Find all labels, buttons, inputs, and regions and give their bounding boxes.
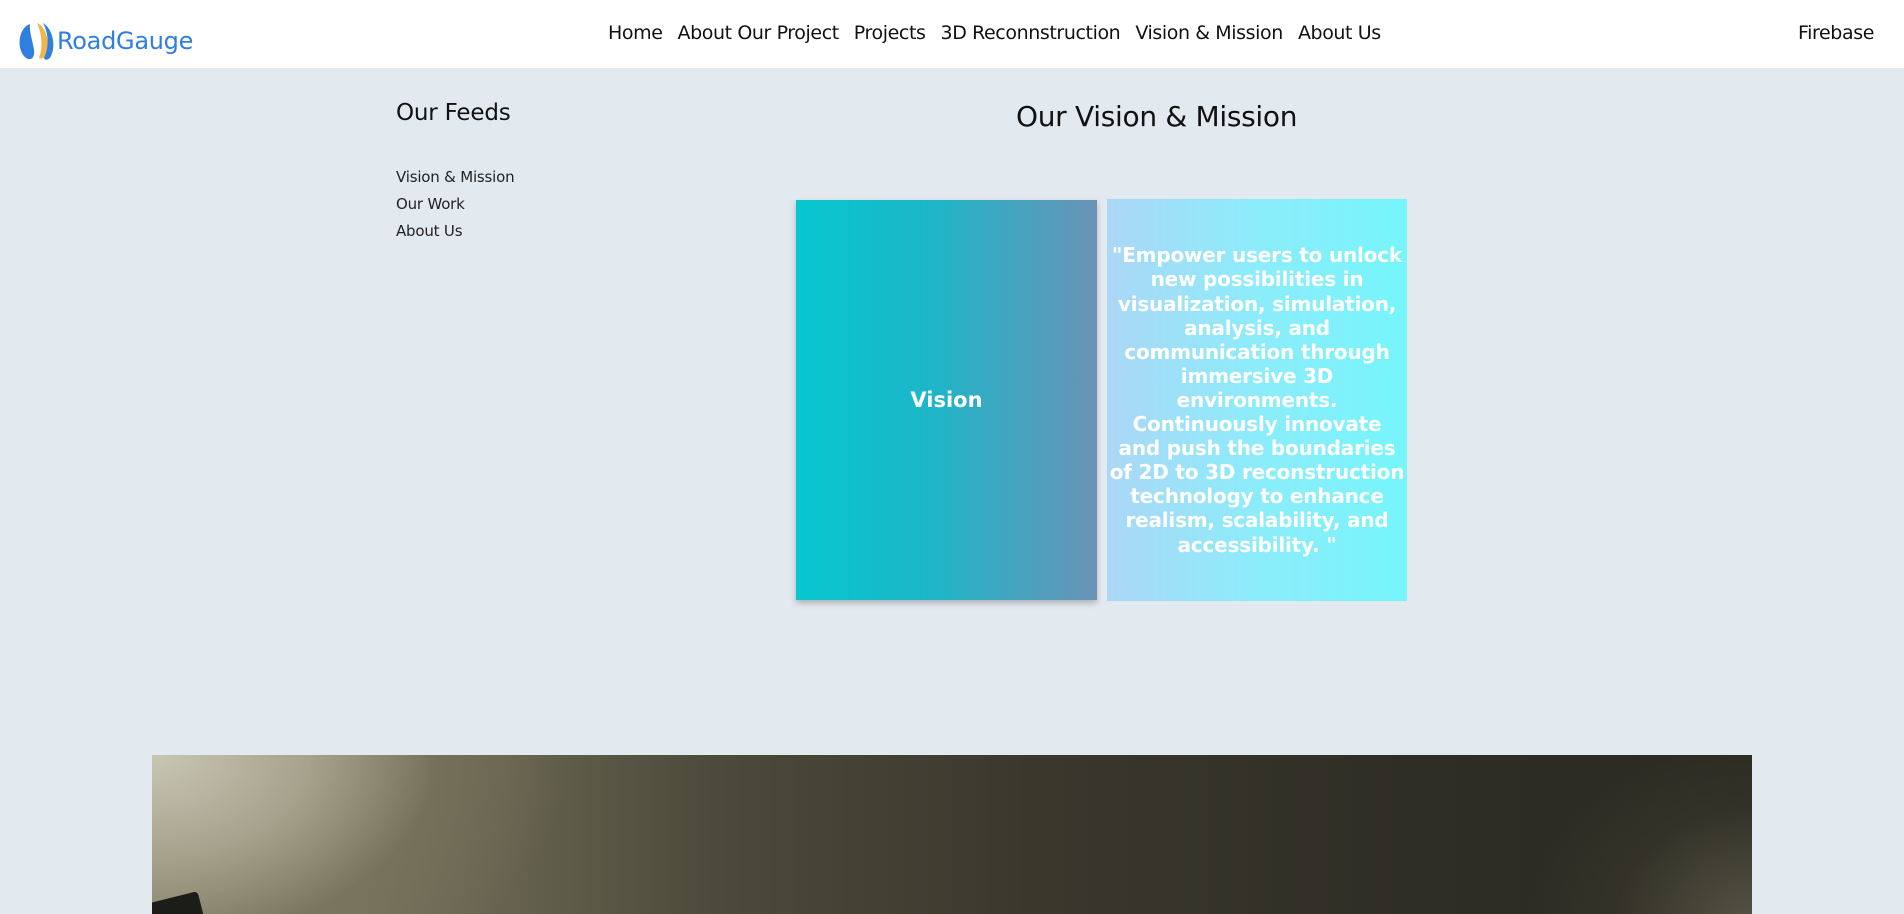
feeds-link-vision-mission[interactable]: Vision & Mission (396, 168, 515, 186)
hero-photo (152, 755, 1752, 914)
feeds-list: Vision & Mission Our Work About Us (396, 166, 515, 247)
feeds-title: Our Feeds (396, 100, 511, 126)
nav-about-us[interactable]: About Us (1298, 22, 1381, 44)
main-nav: Home About Our Project Projects 3D Recon… (608, 20, 1396, 46)
nav-firebase[interactable]: Firebase (1798, 20, 1874, 46)
photo-dark-object (152, 891, 205, 914)
feeds-item: Vision & Mission (396, 166, 515, 193)
nav-home[interactable]: Home (608, 22, 663, 44)
page-title: Our Vision & Mission (1016, 100, 1298, 133)
nav-3d-reconstruction[interactable]: 3D Reconnstruction (941, 22, 1121, 44)
nav-about-our-project[interactable]: About Our Project (678, 22, 840, 44)
vision-card-back[interactable]: "Empower users to unlock new possibiliti… (1107, 199, 1407, 601)
feeds-item: About Us (396, 220, 514, 247)
feeds-link-our-work[interactable]: Our Work (396, 195, 465, 213)
brand-name: RoadGauge (57, 27, 194, 55)
brand-logo-link[interactable]: RoadGauge (16, 20, 193, 62)
vision-statement: "Empower users to unlock new possibiliti… (1109, 243, 1405, 557)
feeds-item: Our Work (396, 193, 514, 220)
vision-card-front[interactable]: Vision (796, 200, 1097, 600)
top-navbar: RoadGauge Home About Our Project Project… (0, 0, 1904, 68)
nav-projects[interactable]: Projects (854, 22, 926, 44)
roadgauge-logo-icon (19, 23, 54, 60)
nav-vision-mission[interactable]: Vision & Mission (1135, 22, 1283, 44)
vision-card-label: Vision (910, 388, 983, 412)
feeds-link-about-us[interactable]: About Us (396, 222, 463, 240)
